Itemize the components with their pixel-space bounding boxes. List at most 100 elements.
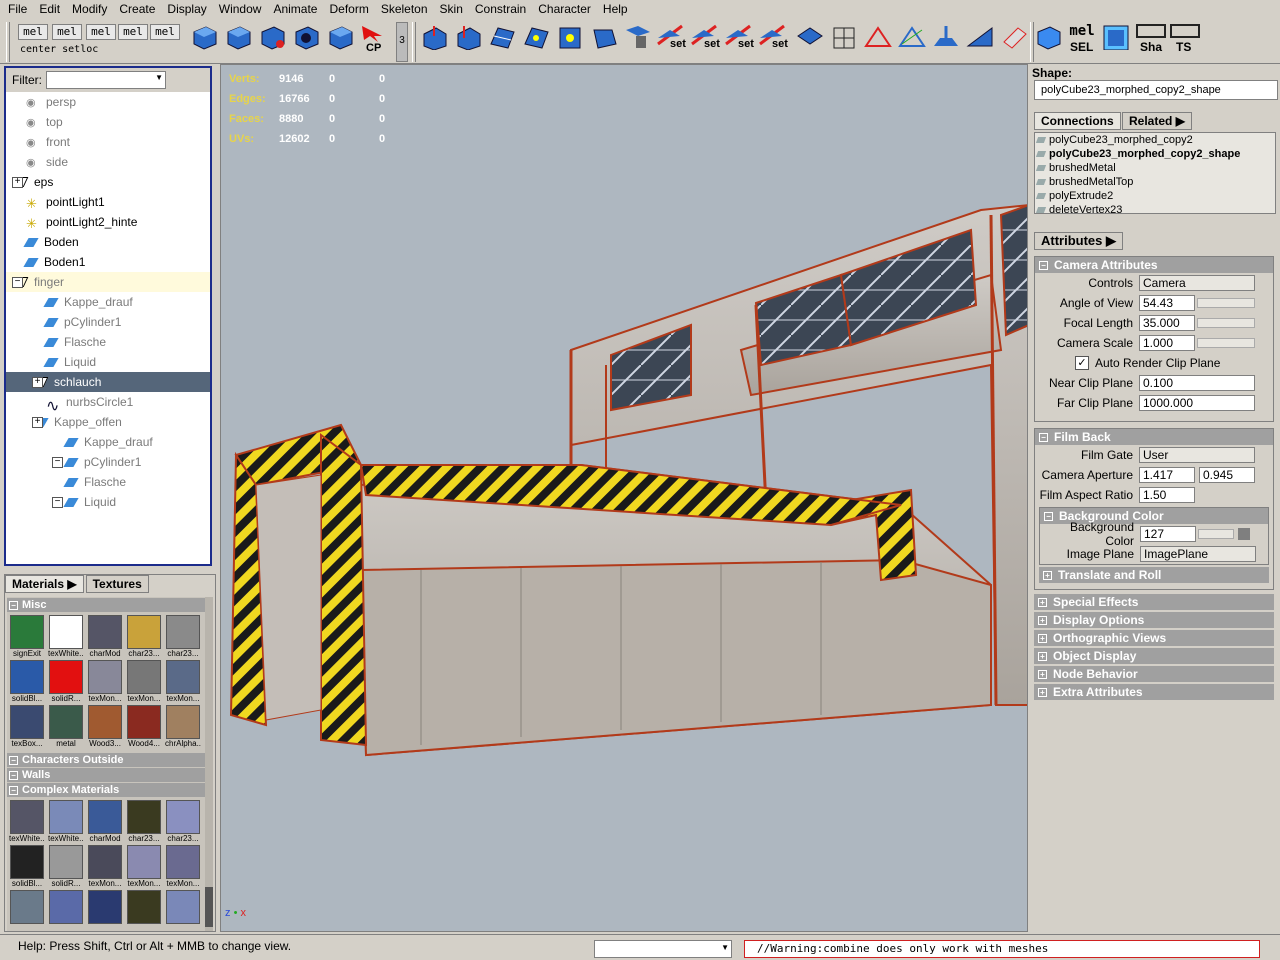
material-swatch[interactable]: texWhite... xyxy=(48,800,84,845)
outliner-item[interactable]: ✳ pointLight2_hinte xyxy=(6,212,210,232)
section-misc[interactable]: − Misc xyxy=(7,598,205,612)
outliner-item[interactable]: ◉ front xyxy=(6,132,210,152)
outliner-item[interactable]: ✳ pointLight1 xyxy=(6,192,210,212)
camera-aperture-y-field[interactable]: 0.945 xyxy=(1199,467,1255,483)
angle-of-view-slider[interactable] xyxy=(1197,298,1255,308)
menu-skin[interactable]: Skin xyxy=(434,0,469,18)
mesh-grid-icon[interactable] xyxy=(830,24,858,50)
delete-icon[interactable] xyxy=(624,24,652,50)
menu-create[interactable]: Create xyxy=(113,0,161,18)
mel-button-4[interactable]: mel xyxy=(118,24,148,40)
cube-grid-icon[interactable] xyxy=(1034,24,1062,50)
film-gate-dropdown[interactable]: User xyxy=(1139,447,1255,463)
wedge-icon[interactable] xyxy=(898,24,926,50)
mel-button-3[interactable]: mel xyxy=(86,24,116,40)
material-swatch[interactable]: char23... xyxy=(165,800,201,845)
material-swatch[interactable] xyxy=(165,890,201,931)
collapsed-section-header[interactable]: + Special Effects xyxy=(1034,594,1274,610)
angle-of-view-field[interactable]: 54.43 xyxy=(1139,295,1195,311)
menu-skeleton[interactable]: Skeleton xyxy=(375,0,434,18)
material-swatch[interactable]: Wood3... xyxy=(87,705,123,750)
poly-boolean-icon[interactable] xyxy=(292,24,320,50)
material-swatch[interactable]: Wood4... xyxy=(126,705,162,750)
material-swatch[interactable]: solidR... xyxy=(48,845,84,890)
collapse-icon[interactable]: − xyxy=(52,457,63,468)
ts-box-icon[interactable] xyxy=(1170,24,1200,38)
outliner-item[interactable]: Flasche xyxy=(6,472,210,492)
background-color-field[interactable]: 127 xyxy=(1140,526,1196,542)
poly-separate-icon[interactable] xyxy=(258,24,286,50)
expand-icon[interactable]: + xyxy=(32,377,43,388)
material-swatch[interactable]: texWhite... xyxy=(48,615,84,660)
sha-box-icon[interactable] xyxy=(1136,24,1166,38)
outliner-item[interactable]: ◉ top xyxy=(6,112,210,132)
outliner-item[interactable]: finger xyxy=(6,272,210,292)
tab-connections[interactable]: Connections xyxy=(1034,112,1121,130)
menu-help[interactable]: Help xyxy=(597,0,634,18)
connection-item[interactable]: polyCube23_morphed_copy2 xyxy=(1035,133,1275,147)
mel-button-1[interactable]: mel xyxy=(18,24,48,40)
merge-vertex-icon[interactable] xyxy=(556,24,584,50)
collapsed-section-header[interactable]: + Node Behavior xyxy=(1034,666,1274,682)
connection-item[interactable]: brushedMetal xyxy=(1035,161,1275,175)
collapsed-section-header[interactable]: + Extra Attributes xyxy=(1034,684,1274,700)
material-swatch[interactable]: char23... xyxy=(126,800,162,845)
outliner-item[interactable]: pCylinder1 xyxy=(6,452,210,472)
material-swatch[interactable]: char23... xyxy=(165,615,201,660)
mel-right-label[interactable]: mel xyxy=(1068,24,1096,40)
collapse-icon[interactable]: − xyxy=(52,497,63,508)
ramp-icon[interactable] xyxy=(966,24,994,50)
extrude-up-icon[interactable] xyxy=(932,24,960,50)
connections-list[interactable]: polyCube23_morphed_copy2 polyCube23_morph… xyxy=(1034,132,1276,214)
collapsed-section-header[interactable]: + Display Options xyxy=(1034,612,1274,628)
material-swatch[interactable]: metal xyxy=(48,705,84,750)
auto-render-checkbox[interactable]: ✓ xyxy=(1075,356,1089,370)
material-swatch[interactable]: texMon... xyxy=(165,845,201,890)
expand-icon[interactable]: + xyxy=(12,177,23,188)
far-clip-field[interactable]: 1000.000 xyxy=(1139,395,1255,411)
material-swatch[interactable]: texMon... xyxy=(87,660,123,705)
mel-button-2[interactable]: mel xyxy=(52,24,82,40)
material-swatch[interactable]: solidBl... xyxy=(9,660,45,705)
outliner-item[interactable]: pCylinder1 xyxy=(6,312,210,332)
material-swatch[interactable]: texMon... xyxy=(126,845,162,890)
cut-faces-icon[interactable] xyxy=(864,24,892,50)
camera-aperture-x-field[interactable]: 1.417 xyxy=(1139,467,1195,483)
outliner-item[interactable]: ◉ persp xyxy=(6,92,210,112)
collapsed-section-header[interactable]: + Object Display xyxy=(1034,648,1274,664)
subdivide-icon[interactable] xyxy=(522,24,550,50)
menu-window[interactable]: Window xyxy=(213,0,268,18)
poly-cube-icon[interactable] xyxy=(190,24,218,50)
material-swatch[interactable]: signExit xyxy=(9,615,45,660)
section-complex[interactable]: − Complex Materials xyxy=(7,783,205,797)
shape-name-field[interactable]: polyCube23_morphed_copy2_shape xyxy=(1034,80,1278,100)
poly-combine-icon[interactable] xyxy=(224,24,252,50)
material-scroll[interactable]: − Misc signExit texWhite... charMod char23..… xyxy=(7,597,205,931)
material-swatch[interactable] xyxy=(87,890,123,931)
material-swatch[interactable] xyxy=(9,890,45,931)
outliner-item[interactable]: ◉ side xyxy=(6,152,210,172)
tab-attributes[interactable]: Attributes ▶ xyxy=(1034,232,1124,250)
tab-materials[interactable]: Materials ▶ xyxy=(5,575,84,593)
outliner-item[interactable]: Liquid xyxy=(6,492,210,512)
material-swatch[interactable]: texMon... xyxy=(126,660,162,705)
film-back-header[interactable]: − Film Back xyxy=(1035,429,1273,445)
extrude-edge-icon[interactable] xyxy=(454,24,482,51)
outliner-item[interactable]: Flasche xyxy=(6,332,210,352)
uv-layout-icon[interactable] xyxy=(796,24,824,50)
tab-textures[interactable]: Textures xyxy=(85,575,149,593)
perspective-viewport[interactable]: Verts: 9146 0 0 Edges: 16766 0 0 Faces: 8880 0 0 UVs… xyxy=(220,64,1028,932)
expand-icon[interactable]: + xyxy=(32,417,43,428)
dropdown-arrow-icon[interactable]: ▼ xyxy=(721,943,729,952)
menu-deform[interactable]: Deform xyxy=(323,0,374,18)
outliner-list[interactable]: ◉ persp ◉ top ◉ front ◉ side eps ✳ pointLight1 ✳ poi… xyxy=(6,92,210,564)
collapse-icon[interactable]: − xyxy=(12,277,23,288)
image-plane-dropdown[interactable]: ImagePlane xyxy=(1140,546,1256,562)
near-clip-field[interactable]: 0.100 xyxy=(1139,375,1255,391)
sel-label[interactable]: SEL xyxy=(1070,40,1093,54)
blue-cube-icon[interactable] xyxy=(1102,24,1130,51)
menu-file[interactable]: File xyxy=(2,0,33,18)
extrude-face-icon[interactable] xyxy=(420,24,448,51)
connection-item[interactable]: brushedMetalTop xyxy=(1035,175,1275,189)
material-swatch[interactable]: charMod xyxy=(87,800,123,845)
